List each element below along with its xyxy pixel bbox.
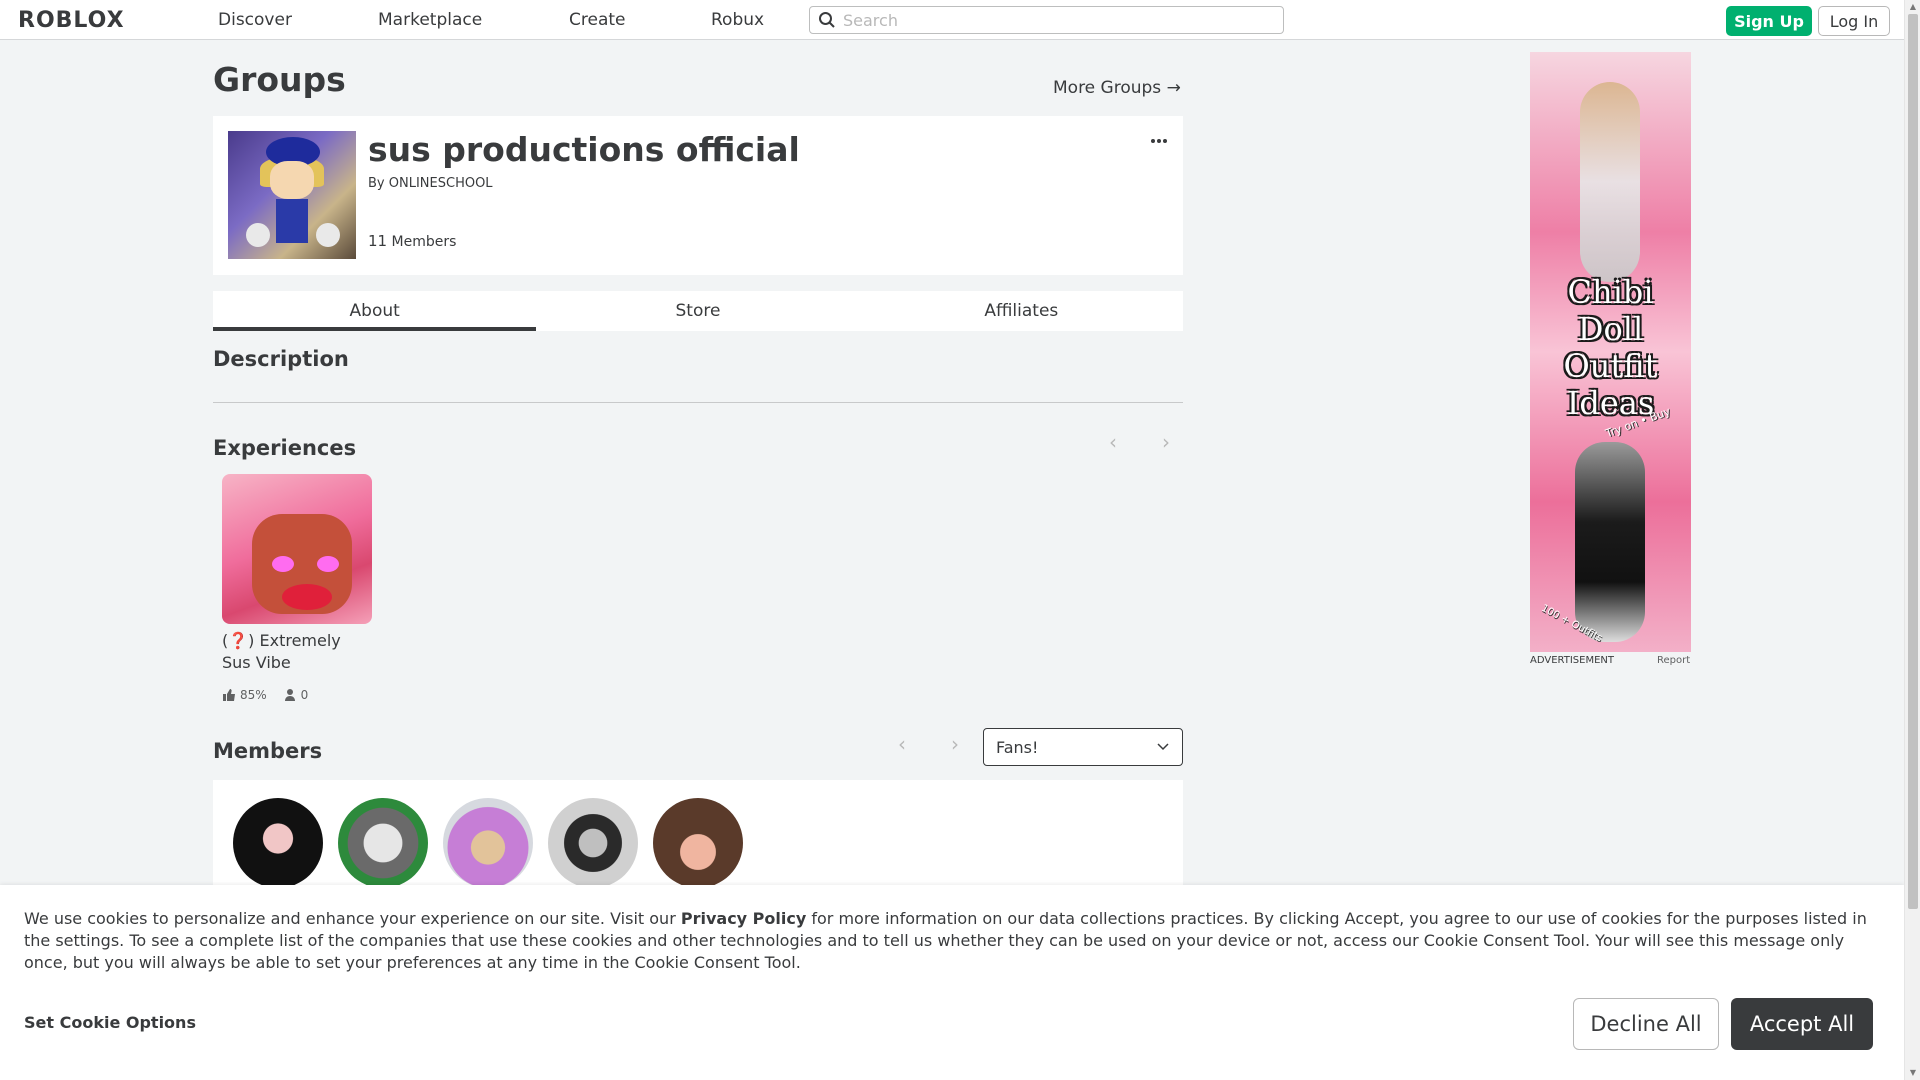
log-in-button[interactable]: Log In [1818,6,1890,36]
search-icon[interactable] [818,11,836,29]
privacy-policy-link[interactable]: Privacy Policy [681,909,806,928]
search-box [809,6,1284,34]
cookie-banner: We use cookies to personalize and enhanc… [0,885,1904,1080]
experiences-title: Experiences [213,436,357,460]
section-divider [213,402,1183,403]
member-count-value: 11 [368,232,388,250]
set-cookie-options-link[interactable]: Set Cookie Options [24,1013,196,1032]
group-name: sus productions official [368,130,800,169]
ad-label: ADVERTISEMENT [1530,655,1615,666]
members-next-icon[interactable]: › [951,732,959,756]
scroll-up-icon[interactable]: ▲ [1908,2,1918,12]
owner-link[interactable]: ONLINESCHOOL [389,176,493,191]
ad-headline: Chibi Doll Outfit Ideas [1563,273,1658,422]
tab-affiliates[interactable]: Affiliates [860,291,1183,331]
player-icon [284,689,295,701]
role-select[interactable]: Fans! [983,728,1183,766]
nav-discover[interactable]: Discover [218,10,292,30]
nav-create[interactable]: Create [569,10,626,30]
group-header-card: sus productions official By ONLINESCHOOL… [213,116,1183,275]
group-tabs: About Store Affiliates [213,291,1183,331]
chevron-down-icon [1157,743,1169,751]
more-groups-link[interactable]: More Groups → [1053,78,1181,98]
scroll-thumb[interactable] [1908,14,1918,909]
experience-thumbnail[interactable] [222,474,372,624]
scroll-down-icon[interactable]: ▼ [1908,1068,1918,1078]
group-owner: By ONLINESCHOOL [368,176,493,191]
search-input[interactable] [843,9,1273,31]
accept-all-button[interactable]: Accept All [1731,998,1873,1050]
experiences-next-icon[interactable]: › [1162,430,1170,454]
roblox-logo[interactable]: ROBLOX [18,8,125,33]
thumbs-up-icon [223,689,235,701]
experience-stats: 85% 0 [222,688,324,702]
more-options-icon[interactable] [1151,128,1171,143]
players-stat: 0 [283,688,309,702]
advertisement-banner[interactable]: Chibi Doll Outfit Ideas Try on • Buy 100… [1530,52,1691,652]
group-emblem-image [228,131,356,259]
tab-store[interactable]: Store [536,291,859,331]
rating-stat: 85% [222,688,267,702]
member-avatar[interactable] [548,798,638,888]
owner-prefix: By [368,176,385,191]
experience-name[interactable]: (❓) Extremely Sus Vibe [222,630,372,674]
members-title: Members [213,739,323,763]
top-nav-bar: ROBLOX Discover Marketplace Create Robux… [0,0,1904,40]
page-title: Groups [213,60,346,99]
decline-all-button[interactable]: Decline All [1573,998,1719,1050]
tab-about[interactable]: About [213,291,537,331]
member-avatar[interactable] [338,798,428,888]
players-value: 0 [300,688,309,702]
ad-report-link[interactable]: Report [1657,655,1690,666]
member-avatar[interactable] [653,798,743,888]
member-count: 11 Members [368,232,456,250]
member-count-label: Members [391,234,457,250]
member-avatar[interactable] [443,798,533,888]
sign-up-button[interactable]: Sign Up [1726,6,1812,36]
page-scrollbar[interactable]: ▲ ▼ [1904,0,1920,1080]
role-select-value: Fans! [996,738,1039,757]
experiences-prev-icon[interactable]: ‹ [1109,430,1117,454]
rating-value: 85% [240,688,267,702]
cookie-text: We use cookies to personalize and enhanc… [24,909,1867,972]
members-prev-icon[interactable]: ‹ [898,732,906,756]
members-list [213,780,1183,888]
member-avatar[interactable] [233,798,323,888]
nav-marketplace[interactable]: Marketplace [378,10,482,30]
nav-robux[interactable]: Robux [711,10,764,30]
description-title: Description [213,347,349,371]
